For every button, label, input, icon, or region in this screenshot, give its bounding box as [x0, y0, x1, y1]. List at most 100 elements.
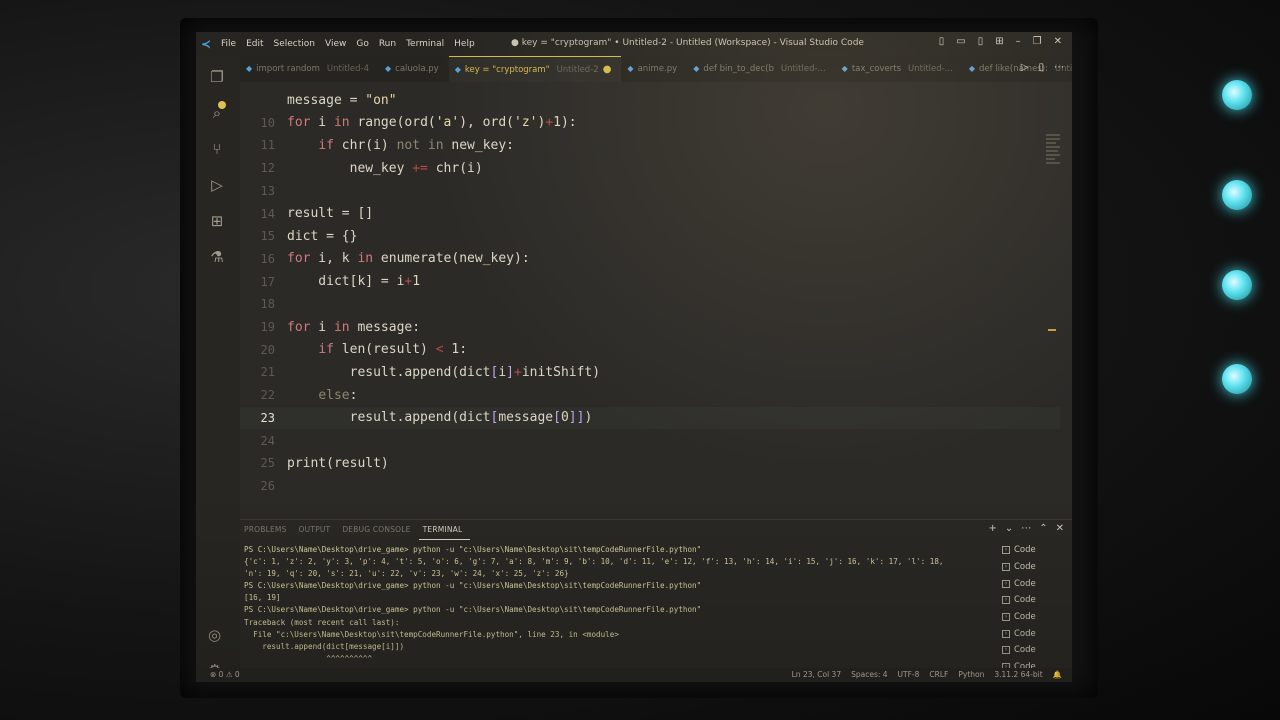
panel-tabs: PROBLEMS OUTPUT DEBUG CONSOLE TERMINAL	[240, 520, 1072, 540]
tab-anime[interactable]: ◆ anime.py	[621, 56, 687, 82]
code-text: result.append(dict[message[0]])	[287, 410, 593, 426]
terminal-instance[interactable]: › Code	[1002, 592, 1066, 609]
code-editor[interactable]: initShift = 10 message = "on" 10 for i in r…	[240, 82, 1060, 519]
terminal-icon: ›	[1002, 629, 1010, 638]
terminal-line: {'c': 1, 'z': 2, 'y': 3, 'p': 4, 't': 5,…	[244, 557, 944, 567]
terminal-icon: ›	[1002, 563, 1010, 572]
chevron-down-icon[interactable]: ⌄	[1005, 523, 1013, 534]
code-line[interactable]: 23 result.append(dict[message[0]])	[240, 407, 1060, 430]
search-icon[interactable]: ⌕	[208, 104, 226, 122]
tab-bin-to-dec[interactable]: ◆ def bin_to_dec(b Untitled-...	[687, 56, 835, 82]
line-number: 14	[260, 206, 275, 221]
menu-help[interactable]: Help	[449, 39, 480, 49]
more-actions-icon[interactable]: ⋯	[1054, 62, 1064, 73]
tab-output[interactable]: OUTPUT	[295, 520, 339, 540]
terminal-instance[interactable]: › Code	[1002, 625, 1066, 642]
code-line[interactable]: message = "on"	[240, 89, 1060, 112]
close-panel-icon[interactable]: ✕	[1056, 523, 1064, 534]
flask-icon[interactable]: ⚗	[208, 248, 226, 266]
code-line[interactable]: 18	[240, 293, 1060, 316]
toggle-sidebar-icon[interactable]: ▯	[939, 36, 945, 47]
account-icon[interactable]: ◎	[208, 626, 221, 644]
code-line[interactable]: 13	[240, 180, 1060, 203]
tab-tax-coverts[interactable]: ◆ tax_coverts Untitled-...	[836, 56, 963, 82]
tab-key-cryptogram[interactable]: ◆ key = "cryptogram" Untitled-2 ●	[448, 56, 622, 83]
editor-actions: ▷ ▯ ⋯	[1021, 62, 1064, 73]
terminal-line: Traceback (most recent call last):	[244, 617, 400, 627]
language-mode[interactable]: Python	[958, 670, 984, 679]
maximize-icon[interactable]: ❐	[1033, 36, 1042, 47]
terminal-output[interactable]: PS C:\Users\Name\Desktop\drive_game> pyt…	[244, 544, 990, 669]
code-line[interactable]: 10 for i in range(ord('a'), ord('z')+1):	[240, 111, 1060, 134]
extensions-icon[interactable]: ⊞	[208, 212, 226, 230]
terminal-instance-list: › Code › Code › Code › Code › Code › Code › Code › Code	[1002, 542, 1066, 670]
maximize-panel-icon[interactable]: ⌃	[1039, 523, 1047, 534]
code-line[interactable]: 21 result.append(dict[i]+initShift)	[240, 361, 1060, 384]
menu-terminal[interactable]: Terminal	[401, 39, 449, 49]
python-interpreter[interactable]: 3.11.2 64-bit	[994, 670, 1042, 679]
window-title: ● key = "cryptogram" • Untitled-2 - Unti…	[511, 38, 864, 48]
code-line[interactable]: 16 for i, k in enumerate(new_key):	[240, 248, 1060, 271]
line-number: 21	[260, 365, 275, 380]
code-line[interactable]: 19 for i in message:	[240, 316, 1060, 339]
code-text: for i in message:	[287, 319, 421, 335]
terminal-instance[interactable]: › Code	[1002, 609, 1066, 626]
line-number: 24	[260, 433, 275, 448]
tab-problems[interactable]: PROBLEMS	[240, 520, 295, 540]
menu-go[interactable]: Go	[351, 39, 373, 49]
toggle-secondary-sidebar-icon[interactable]: ▯	[978, 36, 984, 47]
tab-terminal[interactable]: TERMINAL	[418, 520, 471, 540]
tab-debug-console[interactable]: DEBUG CONSOLE	[338, 520, 418, 540]
code-text: else:	[318, 387, 358, 403]
code-line[interactable]: 15 dict = {}	[240, 225, 1060, 248]
terminal-instance[interactable]: › Code	[1002, 559, 1066, 576]
more-actions-icon[interactable]: ⋯	[1021, 523, 1031, 534]
code-line[interactable]: 25 print(result)	[240, 452, 1060, 475]
end-of-line[interactable]: CRLF	[929, 670, 948, 679]
files-icon[interactable]: ❐	[208, 68, 226, 86]
code-line[interactable]: 26	[240, 475, 1060, 498]
menu-edit[interactable]: Edit	[241, 39, 268, 49]
code-line[interactable]: 17 dict[k] = i+1	[240, 270, 1060, 293]
code-line[interactable]: 14 result = []	[240, 202, 1060, 225]
source-control-icon[interactable]: ⑂	[208, 140, 226, 158]
code-line[interactable]: 11 if chr(i) not in new_key:	[240, 134, 1060, 157]
minimap[interactable]	[1046, 134, 1060, 174]
code-line[interactable]: 22 else:	[240, 384, 1060, 407]
line-number: 18	[260, 297, 275, 312]
terminal-instance[interactable]: › Code	[1002, 542, 1066, 559]
close-icon[interactable]: ✕	[1054, 36, 1062, 47]
run-file-icon[interactable]: ▷	[1021, 62, 1029, 73]
code-text: if len(result) < 1:	[318, 342, 468, 358]
cursor-position[interactable]: Ln 23, Col 37	[792, 670, 841, 679]
encoding[interactable]: UTF-8	[898, 670, 920, 679]
code-line[interactable]: 12 new_key += chr(i)	[240, 157, 1060, 180]
unsaved-dot-icon[interactable]: ●	[603, 57, 612, 83]
line-number: 11	[260, 138, 275, 153]
tab-caluola[interactable]: ◆ caluola.py	[379, 56, 449, 82]
terminal-instance[interactable]: › Code	[1002, 575, 1066, 592]
run-debug-icon[interactable]: ▷	[208, 176, 226, 194]
code-line[interactable]: 24	[240, 429, 1060, 452]
menu-file[interactable]: File	[216, 39, 241, 49]
menu-view[interactable]: View	[320, 39, 351, 49]
terminal-instance[interactable]: › Code	[1002, 642, 1066, 659]
code-text: result.append(dict[i]+initShift)	[287, 364, 601, 380]
minimize-icon[interactable]: –	[1016, 36, 1021, 47]
toggle-panel-icon[interactable]: ▭	[956, 36, 965, 47]
menu-selection[interactable]: Selection	[269, 39, 320, 49]
bell-icon[interactable]: 🔔	[1053, 670, 1062, 679]
customize-layout-icon[interactable]: ⊞	[995, 36, 1003, 47]
panel-actions: + ⌄ ⋯ ⌃ ✕	[988, 523, 1064, 534]
code-line[interactable]: 20 if len(result) < 1:	[240, 338, 1060, 361]
indentation[interactable]: Spaces: 4	[851, 670, 887, 679]
code-text: message = "on"	[287, 92, 397, 108]
split-editor-icon[interactable]: ▯	[1038, 62, 1044, 73]
tab-label: tax_coverts	[851, 64, 902, 74]
code-line[interactable]: initShift = 10	[240, 82, 1060, 89]
tab-import-random[interactable]: ◆ import random Untitled-4	[240, 56, 379, 82]
new-terminal-icon[interactable]: +	[988, 523, 996, 534]
menu-run[interactable]: Run	[374, 39, 401, 49]
problems-count[interactable]: ⊗ 0 ⚠ 0	[210, 670, 240, 679]
vscode-logo-icon: ≺	[200, 37, 212, 51]
